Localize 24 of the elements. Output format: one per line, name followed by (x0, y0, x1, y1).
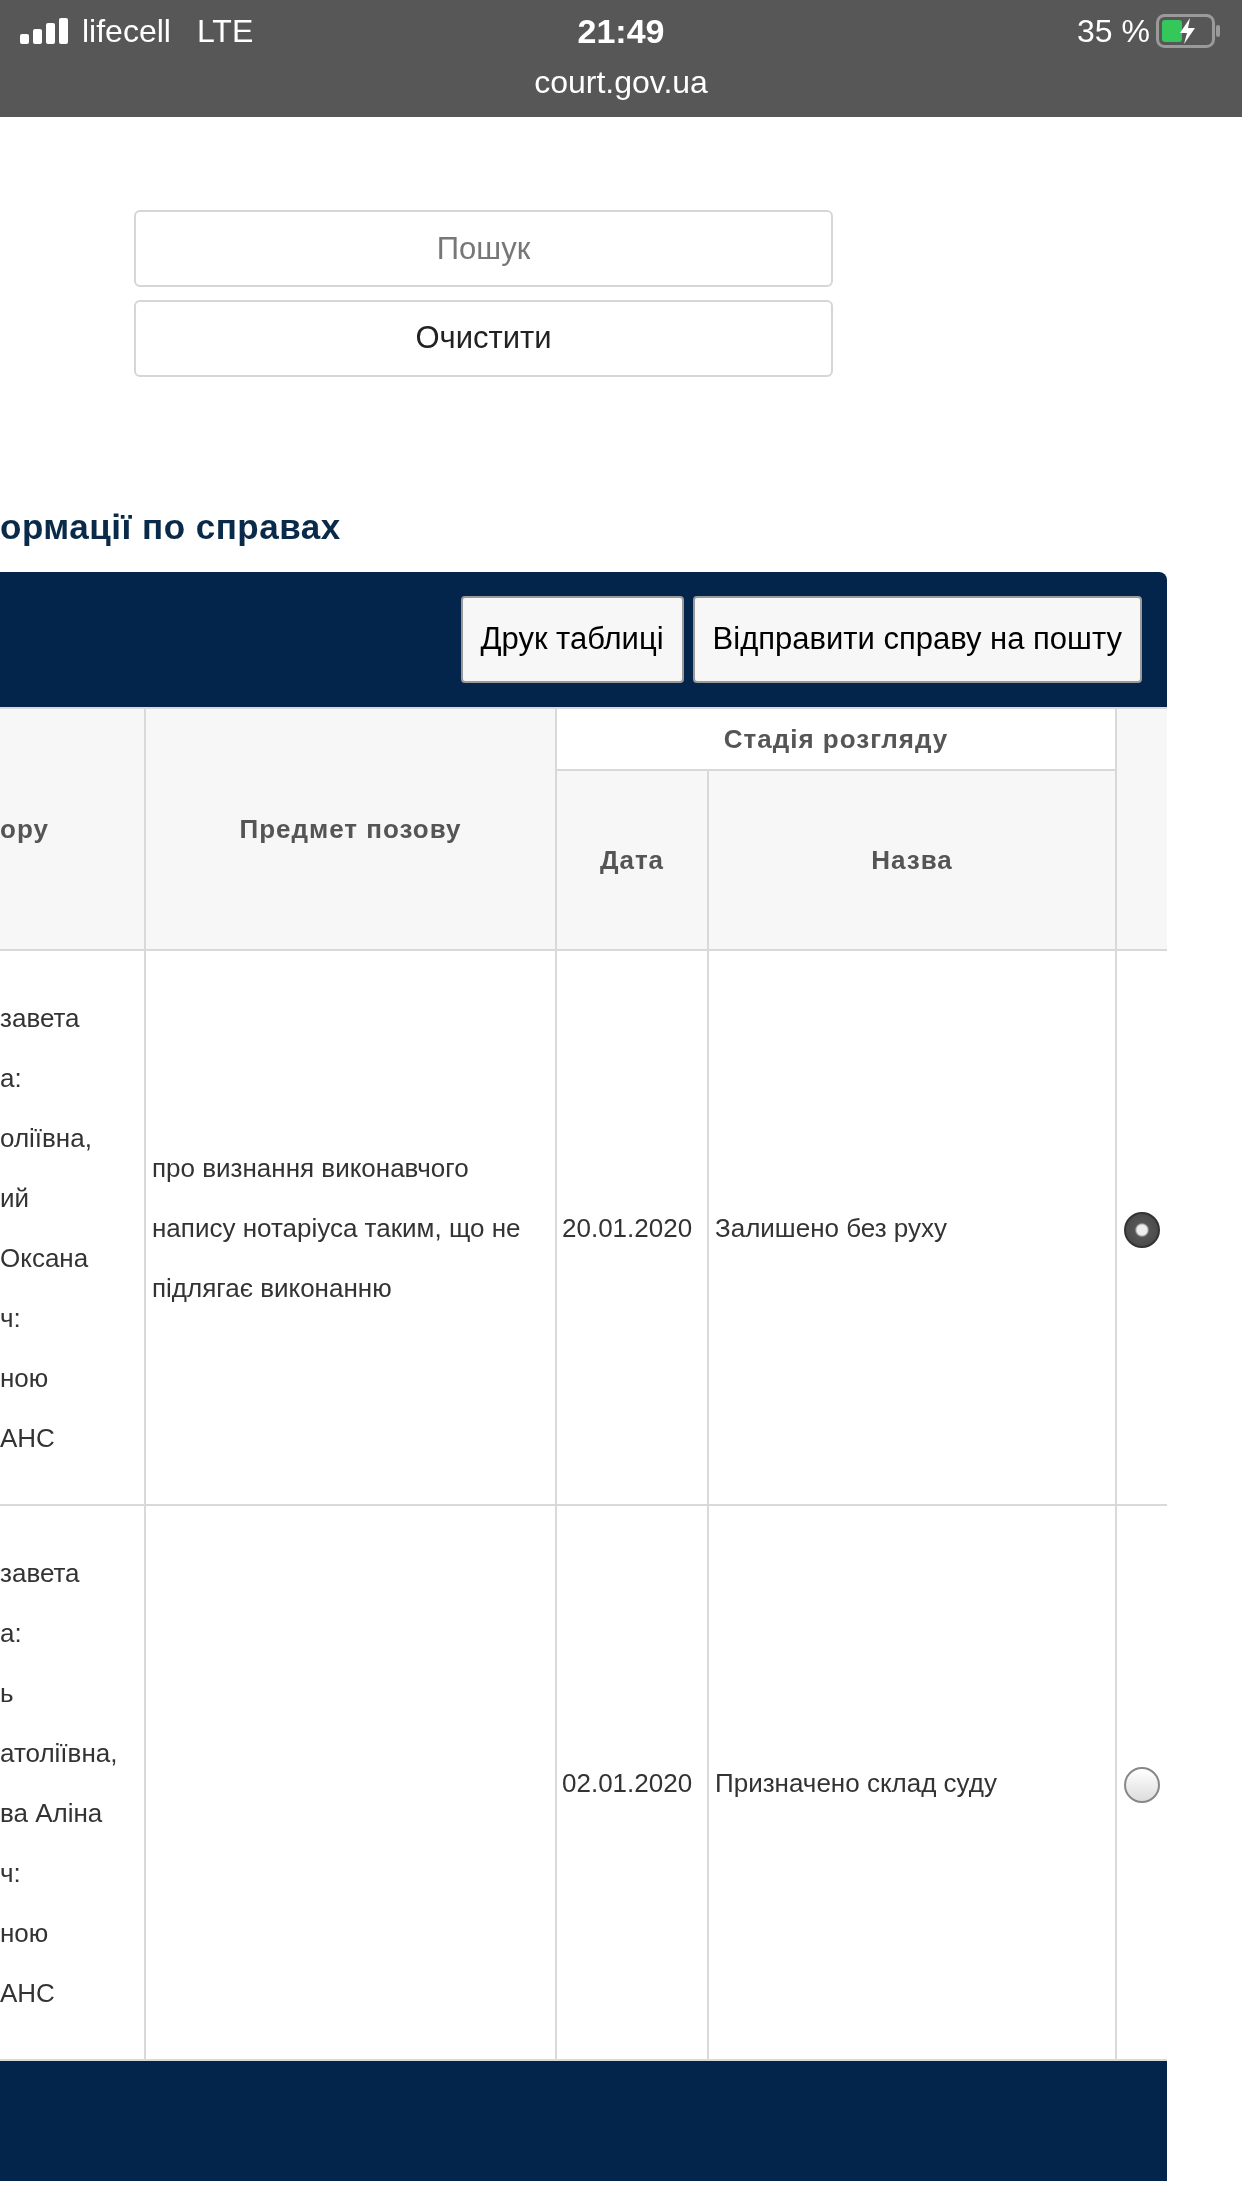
table-cell: 02.01.2020 (556, 1505, 708, 2060)
radio-button[interactable] (1124, 1766, 1160, 1803)
table-cell: 20.01.2020 (556, 950, 708, 1505)
table-cell: завета а: ь атоліївна, ва Аліна ч: ною АНС (0, 1505, 145, 2060)
network-type: LTE (196, 12, 254, 51)
column-header: Назва (708, 770, 1116, 950)
carrier-name: lifecell (82, 12, 171, 51)
section-heading: ормації по справах (0, 506, 342, 548)
toolbar-button[interactable]: Відправити справу на пошту (692, 596, 1142, 683)
url-text: court.gov.ua (533, 63, 709, 102)
battery-icon (1156, 14, 1222, 48)
table-cell: завета а: оліївна, ий Оксана ч: ною АНС (0, 950, 145, 1505)
column-header: ору (0, 708, 145, 950)
table-cell: про визнання виконавчого напису нотаріуса таким, що не підлягає виконанню (145, 950, 556, 1505)
column-header: Стадія розгляду (556, 708, 1116, 770)
search-field[interactable]: Пошук (134, 210, 833, 287)
radio-button[interactable] (1124, 1211, 1160, 1248)
toolbar-button[interactable]: Друк таблиці (460, 596, 684, 683)
clear-button[interactable]: Очистити (134, 300, 833, 377)
battery-percent: 35 % (1077, 12, 1150, 51)
clock-time: 21:49 (577, 11, 665, 52)
column-header: Дата (556, 770, 708, 950)
column-header: Предмет позову (145, 708, 556, 950)
table-cell: Залишено без руху (708, 950, 1116, 1505)
